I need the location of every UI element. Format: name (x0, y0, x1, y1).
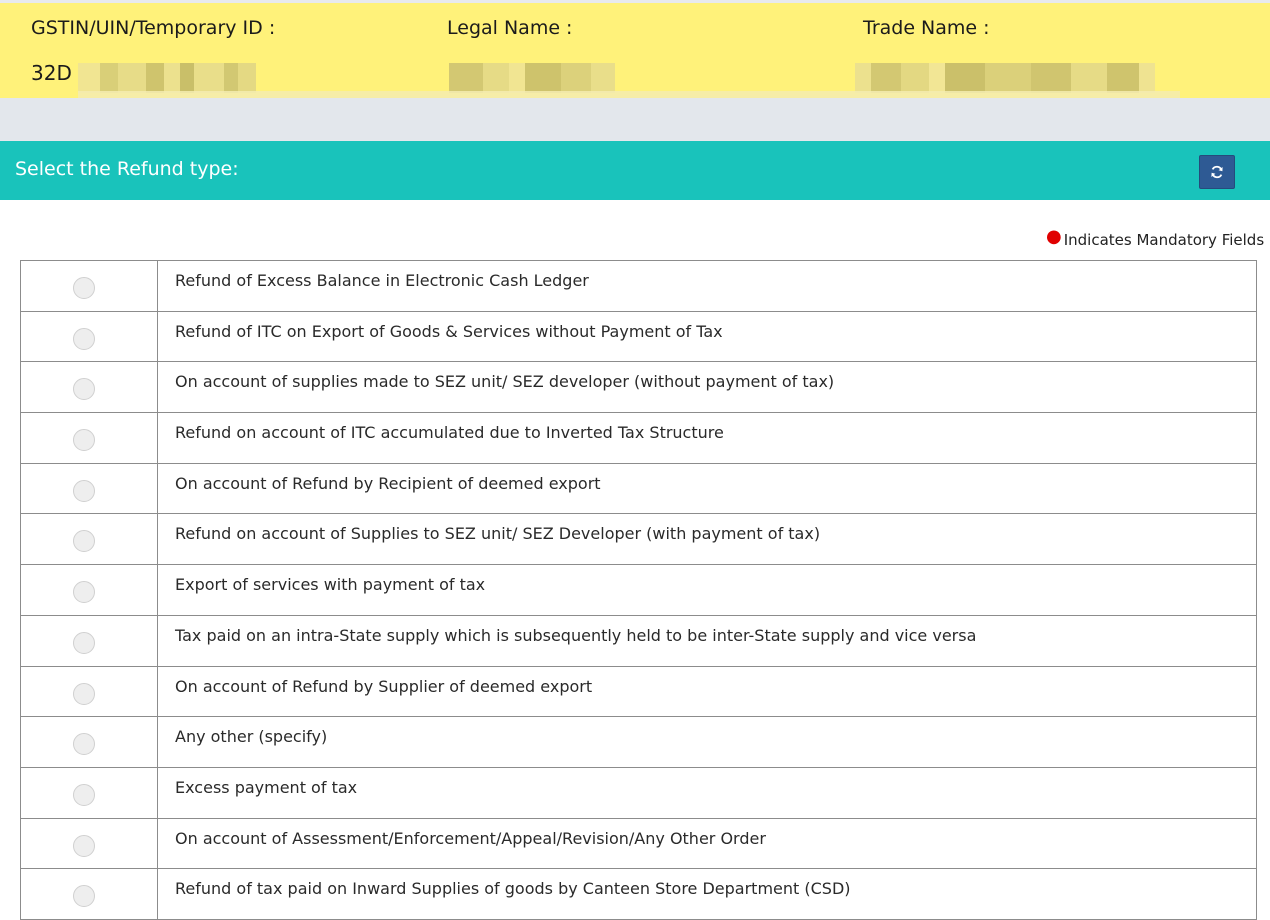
radio-cell (21, 767, 158, 818)
radio-cell (21, 615, 158, 666)
refresh-button[interactable] (1199, 155, 1235, 189)
refund-type-row[interactable]: Any other (specify) (20, 717, 1257, 768)
refund-type-label: On account of Refund by Supplier of deem… (175, 676, 593, 696)
refund-type-label: Refund on account of ITC accumulated due… (175, 423, 724, 443)
refund-type-row[interactable]: Excess payment of tax (20, 767, 1257, 819)
section-title: Select the Refund type: (15, 158, 239, 180)
refund-type-label: Refund of ITC on Export of Goods & Servi… (175, 321, 723, 341)
refund-type-radio[interactable] (73, 885, 95, 908)
refund-type-radio[interactable] (73, 834, 95, 857)
radio-cell (21, 666, 158, 717)
radio-cell (21, 717, 158, 767)
refund-type-label: Refund of tax paid on Inward Supplies of… (175, 879, 851, 899)
taxpayer-header: GSTIN/UIN/Temporary ID : 32D Legal Name … (0, 0, 1270, 108)
refund-type-radio[interactable] (73, 581, 95, 604)
refund-type-radio[interactable] (73, 530, 95, 553)
refund-type-radio[interactable] (73, 733, 95, 756)
radio-cell (21, 565, 158, 615)
refund-type-label: Excess payment of tax (175, 777, 358, 797)
refund-type-row[interactable]: On account of supplies made to SEZ unit/… (20, 362, 1257, 414)
mandatory-note: ● Indicates Mandatory Fields (1046, 226, 1265, 250)
refund-type-row[interactable]: Refund of Excess Balance in Electronic C… (20, 261, 1257, 312)
gstin-label: GSTIN/UIN/Temporary ID : (31, 17, 276, 39)
radio-cell (21, 261, 158, 311)
refund-type-table: Refund of Excess Balance in Electronic C… (20, 260, 1257, 920)
radio-cell (21, 514, 158, 565)
refund-type-radio[interactable] (73, 429, 95, 452)
refund-type-label: On account of Refund by Recipient of dee… (175, 473, 601, 493)
radio-cell (21, 869, 158, 919)
refund-type-label: Tax paid on an intra-State supply which … (175, 625, 977, 645)
radio-cell (21, 413, 158, 463)
legal-name-label: Legal Name : (447, 17, 573, 39)
refund-type-row[interactable]: Export of services with payment of tax (20, 565, 1257, 616)
refund-type-radio[interactable] (73, 378, 95, 401)
refund-type-row[interactable]: Tax paid on an intra-State supply which … (20, 615, 1257, 667)
refund-type-row[interactable]: On account of Assessment/Enforcement/App… (20, 818, 1257, 870)
refund-type-row[interactable]: Refund on account of ITC accumulated due… (20, 413, 1257, 464)
refund-type-section-header: Select the Refund type: (0, 141, 1270, 200)
refund-type-label: Export of services with payment of tax (175, 575, 486, 595)
refund-type-row[interactable]: Refund of ITC on Export of Goods & Servi… (20, 311, 1257, 363)
refund-type-row[interactable]: On account of Refund by Supplier of deem… (20, 666, 1257, 718)
trade-name-redacted (855, 63, 1155, 93)
refund-type-row[interactable]: Refund of tax paid on Inward Supplies of… (20, 869, 1257, 920)
refund-type-radio[interactable] (73, 277, 95, 299)
refund-type-radio[interactable] (73, 479, 95, 502)
mandatory-dot-icon: ● (1046, 226, 1062, 247)
refund-type-row[interactable]: Refund on account of Supplies to SEZ uni… (20, 514, 1257, 566)
refund-type-radio[interactable] (73, 631, 95, 654)
radio-cell (21, 818, 158, 869)
refund-type-radio[interactable] (73, 682, 95, 705)
refund-type-label: Refund of Excess Balance in Electronic C… (175, 271, 589, 290)
refund-type-label: On account of Assessment/Enforcement/App… (175, 828, 766, 848)
refund-type-radio[interactable] (73, 783, 95, 806)
mandatory-note-text: Indicates Mandatory Fields (1063, 231, 1265, 249)
refund-type-radio[interactable] (73, 327, 95, 350)
refund-type-label: Refund on account of Supplies to SEZ uni… (175, 524, 821, 544)
refresh-icon (1211, 165, 1223, 179)
radio-cell (21, 463, 158, 514)
gstin-value: 32D (31, 61, 72, 85)
trade-name-label: Trade Name : (863, 17, 990, 39)
refund-type-row[interactable]: On account of Refund by Recipient of dee… (20, 463, 1257, 515)
radio-cell (21, 362, 158, 413)
gstin-redacted (78, 63, 256, 93)
radio-cell (21, 311, 158, 362)
refund-type-label: Any other (specify) (175, 727, 328, 747)
legal-name-redacted (449, 63, 615, 93)
refund-type-label: On account of supplies made to SEZ unit/… (175, 372, 835, 392)
header-separator (0, 98, 1270, 141)
